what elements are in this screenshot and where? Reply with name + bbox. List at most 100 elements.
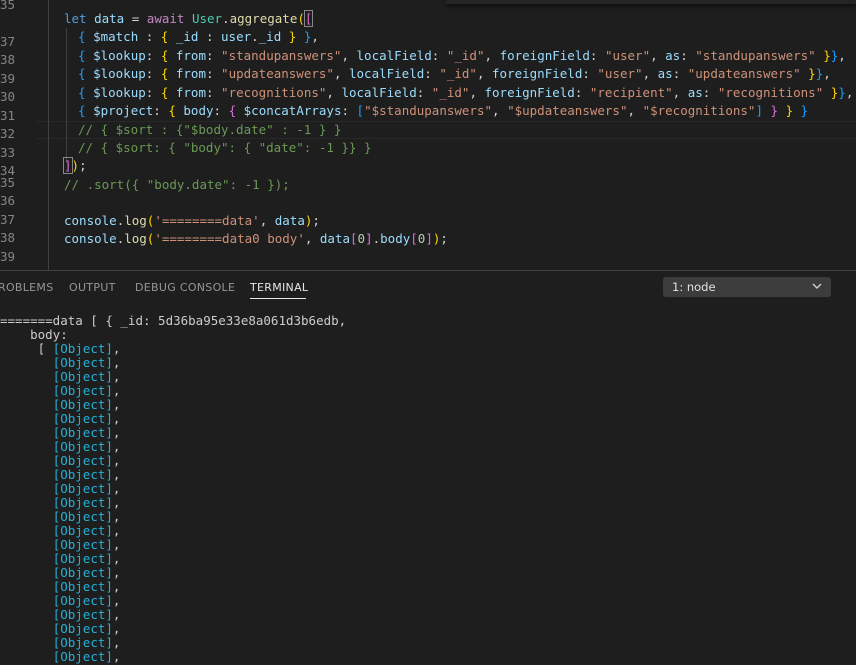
object-token[interactable]: [Object] — [53, 383, 113, 398]
token-bracket: ] — [755, 103, 763, 118]
code-line[interactable]: { $project: { body: { $concatArrays: ["$… — [78, 102, 808, 121]
active-tab-indicator — [250, 298, 306, 299]
token-bracket: { — [78, 29, 94, 44]
terminal-output[interactable]: =======data [ { _id: 5d36ba95e33e8a061d3… — [0, 311, 856, 665]
terminal-prefix — [0, 537, 53, 552]
token-punct: : — [582, 66, 598, 81]
token-property: $project — [93, 103, 154, 118]
terminal-object-line: [Object], — [0, 495, 121, 510]
token-bracket: ) — [71, 158, 80, 173]
terminal-object-line: [Object], — [0, 551, 121, 566]
token-bracket: } — [778, 103, 794, 118]
terminal-object-line: [Object], — [0, 369, 121, 384]
token-string: "user" — [597, 66, 643, 81]
object-token[interactable]: [Object] — [53, 537, 113, 552]
code-line[interactable]: ]); — [63, 157, 87, 176]
object-token[interactable]: [Object] — [53, 593, 113, 608]
token-punct: : — [153, 103, 169, 118]
object-token[interactable]: [Object] — [53, 551, 113, 566]
token-property: $lookup — [93, 85, 146, 100]
token-class: User — [191, 11, 223, 26]
code-line[interactable]: { $lookup: { from: "standupanswers", loc… — [78, 47, 846, 66]
token-property: from — [175, 66, 206, 81]
token-punct: , — [642, 66, 658, 81]
token-punct: , — [311, 29, 319, 44]
code-line[interactable]: { $lookup: { from: "updateanswers", loca… — [78, 65, 831, 84]
object-token[interactable]: [Object] — [53, 565, 113, 580]
token-punct: , — [838, 48, 846, 63]
object-token[interactable]: [Object] — [53, 649, 113, 664]
token-punct: : — [138, 29, 161, 44]
indent-guide — [48, 0, 49, 270]
terminal-object-line: [Object], — [0, 621, 121, 636]
terminal-prefix — [0, 649, 53, 664]
object-token[interactable]: [Object] — [53, 621, 113, 636]
token-punct: , — [333, 66, 349, 81]
line-number: 39 — [0, 71, 16, 86]
token-bracket: [ — [350, 231, 358, 246]
terminal-object-line: [Object], — [0, 355, 121, 370]
token-punct: : — [205, 48, 222, 63]
code-line[interactable]: { $lookup: { from: "recognitions", local… — [78, 84, 853, 103]
terminal-object-line: [Object], — [0, 425, 121, 440]
code-comment[interactable]: // { $sort : {"$body.date" : -1 } } — [78, 121, 341, 140]
terminal-prefix — [0, 579, 53, 594]
code-comment[interactable]: // .sort({ "body.date": -1 }); — [64, 176, 290, 195]
object-token[interactable]: [Object] — [53, 369, 113, 384]
token-bracket: { — [160, 66, 176, 81]
code-line[interactable]: console.log('========data', data); — [64, 212, 320, 231]
terminal-object-line: [Object], — [0, 537, 121, 552]
code-line[interactable]: { $match : { _id : user._id } }, — [78, 28, 319, 47]
token-punct: : — [424, 66, 440, 81]
code-editor[interactable]: 35 37 38 39 30 31 32 33 34 35 36 37 38 3… — [0, 0, 856, 270]
token-bracket: ] — [425, 231, 433, 246]
object-token[interactable]: [Object] — [53, 509, 113, 524]
token-string: "updateanswers" — [687, 66, 801, 81]
token-property: foreignField — [484, 85, 575, 100]
terminal-selector[interactable]: 1: node — [663, 277, 831, 297]
tab-terminal[interactable]: TERMINAL — [250, 281, 308, 294]
token-punct: : — [213, 103, 229, 118]
terminal-prefix — [0, 523, 53, 538]
terminal-object-line: [Object], — [0, 481, 121, 496]
object-token[interactable]: [Object] — [53, 355, 113, 370]
code-comment[interactable]: // { $sort: { "body": { "date": -1 }} } — [78, 139, 372, 158]
object-token[interactable]: [Object] — [53, 635, 113, 650]
terminal-object-line: [Object], — [0, 649, 121, 664]
token-keyword: await — [146, 11, 185, 26]
token-property: body — [183, 103, 214, 118]
terminal-prefix — [0, 509, 53, 524]
token-bracket: [ — [303, 10, 314, 27]
object-token[interactable]: [Object] — [53, 411, 113, 426]
token-bracket: } — [815, 48, 831, 63]
object-token[interactable]: [Object] — [53, 495, 113, 510]
terminal-prefix — [0, 383, 53, 398]
token-property: body — [380, 231, 411, 246]
token-property: foreignField — [492, 66, 583, 81]
tab-problems[interactable]: ROBLEMS — [0, 281, 54, 294]
token-punct: . — [222, 11, 230, 26]
object-token[interactable]: [Object] — [53, 481, 113, 496]
terminal-prefix — [0, 397, 53, 412]
token-punct: . — [372, 231, 381, 246]
object-token[interactable]: [Object] — [53, 341, 113, 356]
object-token[interactable]: [Object] — [53, 467, 113, 482]
token-string: "recognitions" — [221, 85, 327, 100]
object-token[interactable]: [Object] — [53, 523, 113, 538]
object-token[interactable]: [Object] — [53, 425, 113, 440]
object-token[interactable]: [Object] — [53, 453, 113, 468]
token-property: _id — [258, 29, 282, 44]
object-token[interactable]: [Object] — [53, 579, 113, 594]
tab-debug-console[interactable]: DEBUG CONSOLE — [135, 281, 235, 294]
line-number: 37 — [0, 34, 16, 49]
code-line[interactable]: console.log('========data0 body', data[0… — [64, 230, 448, 249]
object-token[interactable]: [Object] — [53, 397, 113, 412]
token-property: localField — [349, 66, 425, 81]
code-line[interactable]: let data = await User.aggregate([ — [64, 10, 314, 29]
object-token[interactable]: [Object] — [53, 607, 113, 622]
token-punct: , — [304, 231, 320, 246]
terminal-punct: , — [112, 397, 121, 412]
tab-output[interactable]: OUTPUT — [69, 281, 116, 294]
token-operator: = — [124, 11, 147, 26]
object-token[interactable]: [Object] — [53, 439, 113, 454]
